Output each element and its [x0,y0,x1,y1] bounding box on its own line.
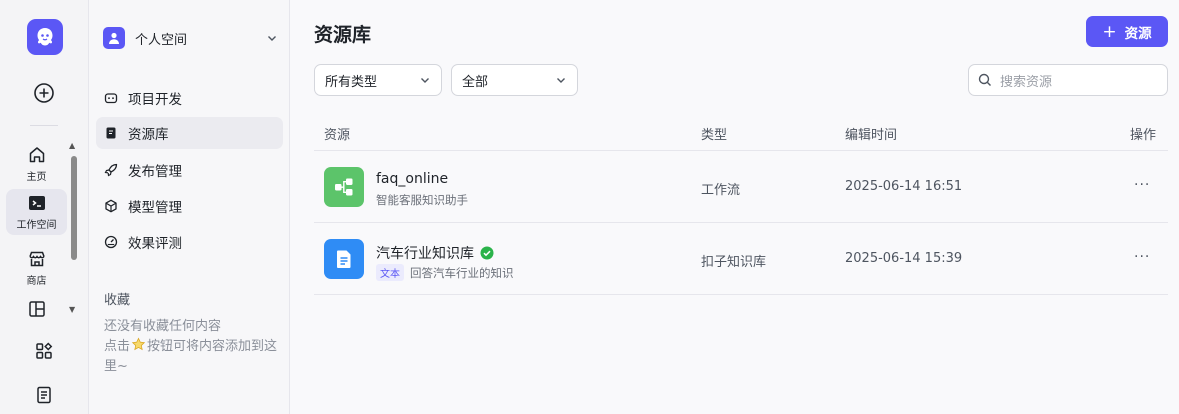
search-placeholder: 搜索资源 [1000,74,1053,90]
menu-item-project-dev[interactable]: 项目开发 [96,82,283,114]
left-rail: 主页 工作空间 商店 ▲ ▼ [0,0,89,414]
resource-description-text: 回答汽车行业的知识 [410,265,514,280]
verified-check-icon [480,246,494,260]
chevron-down-icon [557,78,565,83]
knowledge-doc-icon [324,239,364,279]
layout-panel-icon[interactable] [27,299,47,319]
scope-filter-value: 全部 [462,74,489,90]
type-filter-value: 所有类型 [325,74,378,90]
menu-item-label: 模型管理 [128,200,182,216]
rail-item-home[interactable]: 主页 [6,141,67,187]
more-actions-button[interactable]: ··· [1134,249,1150,265]
more-actions-button[interactable]: ··· [1134,177,1150,193]
store-icon [28,251,45,267]
menu-item-publish[interactable]: 发布管理 [96,154,283,186]
resource-type: 工作流 [701,183,741,198]
scroll-up-arrow-icon[interactable]: ▲ [69,141,75,150]
ghost-logo-icon[interactable] [27,19,63,55]
apps-grid-icon[interactable] [34,341,54,361]
column-header-resource: 资源 [324,128,351,143]
rail-scrollbar-thumb[interactable] [71,156,77,260]
home-icon [29,147,44,163]
rail-item-label: 主页 [26,172,47,183]
favorites-empty-line: 点击 按钮可将内容添加到这里~ [104,337,284,377]
column-header-actions: 操作 [1130,128,1157,143]
resource-description-text: 智能客服知识助手 [376,193,468,207]
favorites-empty-text: 点击 [104,339,131,354]
search-icon [978,73,991,86]
resource-type: 扣子知识库 [701,255,767,270]
resource-library-main: 资源库 + 资源 所有类型 全部 搜索资源 资源 类型 编辑时间 操作 faq_… [290,0,1179,414]
workflow-icon [324,167,364,207]
add-resource-label: 资源 [1124,25,1152,42]
scroll-down-arrow-icon[interactable]: ▼ [69,305,75,314]
page-title: 资源库 [314,24,372,46]
rail-item-workspace[interactable]: 工作空间 [6,189,67,235]
resource-edited-time: 2025-06-14 16:51 [845,179,963,194]
favorites-empty-hint: 还没有收藏任何内容 点击 按钮可将内容添加到这里~ [104,317,284,377]
terminal-icon [28,196,45,210]
rail-divider [30,125,58,126]
table-row[interactable]: 汽车行业知识库 文本 回答汽车行业的知识 扣子知识库 2025-06-14 15… [314,223,1168,295]
rocket-icon [104,163,118,177]
column-header-type: 类型 [701,128,728,143]
workspace-sidebar: 个人空间 项目开发 资源库 发布管理 模型管理 效果评测 收藏 还没有收藏任何内… [89,0,290,414]
resource-name-text: faq_online [376,171,449,187]
chevron-down-icon [421,78,429,83]
user-avatar-icon [103,27,125,49]
resource-edited-time: 2025-06-14 15:39 [845,251,963,266]
table-row[interactable]: faq_online 智能客服知识助手 工作流 2025-06-14 16:51… [314,151,1168,223]
column-header-edited: 编辑时间 [845,128,898,143]
menu-item-label: 项目开发 [128,92,182,108]
star-icon [131,337,146,351]
cube-icon [104,199,118,213]
table-header: 资源 类型 编辑时间 操作 [314,114,1168,151]
menu-item-label: 效果评测 [128,236,182,252]
plus-icon: + [1102,21,1117,42]
gauge-icon [104,235,118,249]
favorites-empty-line: 还没有收藏任何内容 [104,319,222,334]
menu-item-label: 发布管理 [128,164,182,180]
document-icon[interactable] [34,385,54,405]
rail-item-label: 工作空间 [16,220,57,231]
menu-item-evaluation[interactable]: 效果评测 [96,226,283,258]
space-switcher[interactable]: 个人空间 [103,26,278,50]
format-tag: 文本 [376,264,404,281]
type-filter-select[interactable]: 所有类型 [314,64,442,96]
menu-item-resources[interactable]: 资源库 [96,117,283,149]
book-icon [104,126,118,140]
robot-icon [104,91,118,105]
menu-item-label: 资源库 [128,127,169,143]
chevron-down-icon [268,36,276,41]
add-resource-button[interactable]: + 资源 [1086,16,1168,47]
space-name: 个人空间 [135,32,188,48]
rail-item-label: 商店 [26,276,47,287]
resource-description: 文本 回答汽车行业的知识 [376,264,514,281]
resource-name: 汽车行业知识库 [376,243,494,263]
resource-description: 智能客服知识助手 [376,192,468,208]
scope-filter-select[interactable]: 全部 [451,64,578,96]
create-plus-icon[interactable] [33,82,55,104]
menu-item-models[interactable]: 模型管理 [96,190,283,222]
rail-item-store[interactable]: 商店 [6,245,67,291]
search-input[interactable]: 搜索资源 [968,64,1168,96]
favorites-title: 收藏 [104,293,131,308]
resource-name-text: 汽车行业知识库 [376,246,474,262]
resource-name: faq_online [376,171,448,187]
